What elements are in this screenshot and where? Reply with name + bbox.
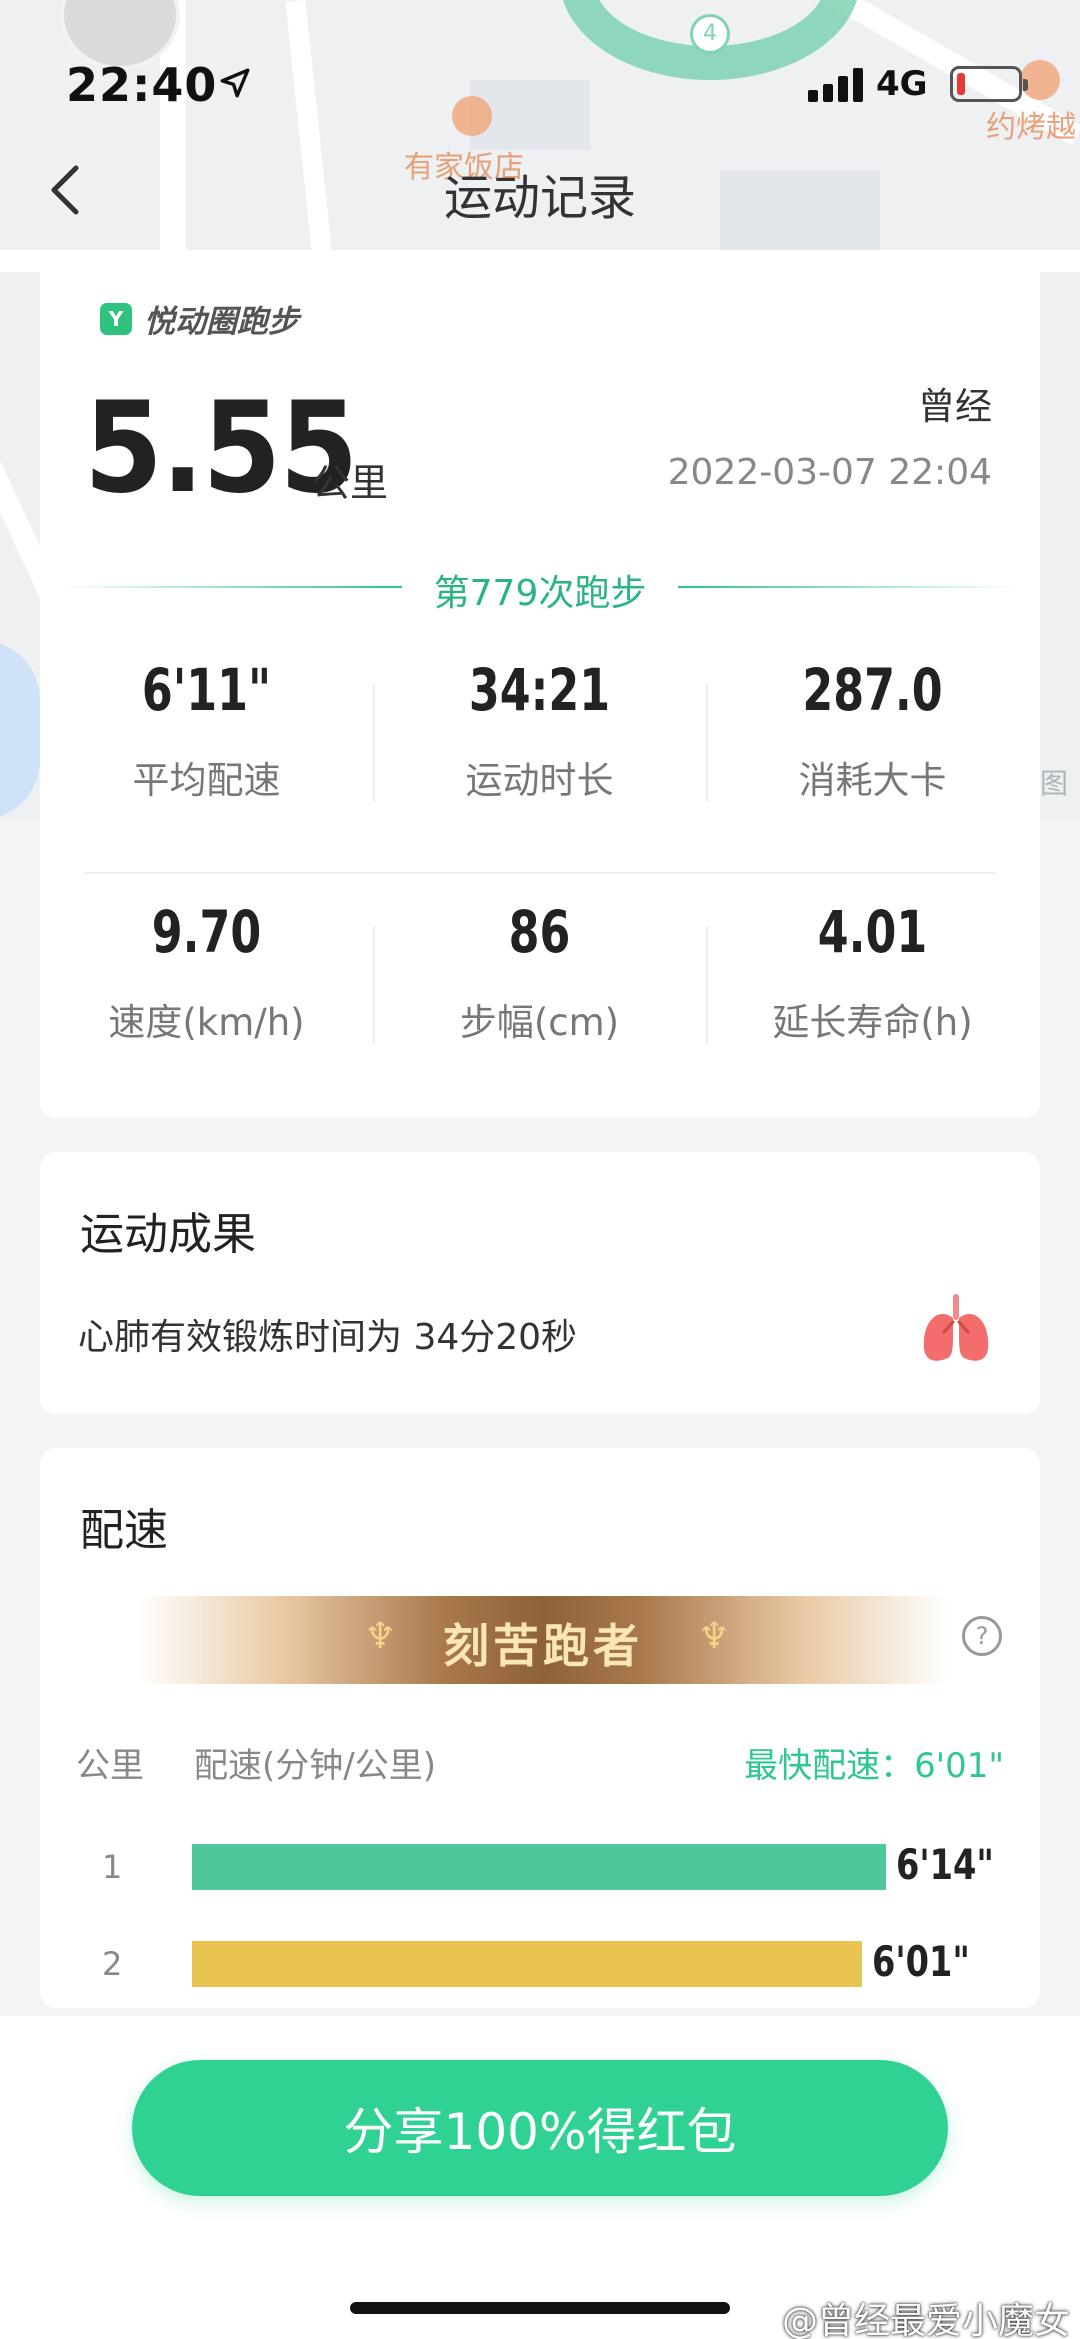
brand-name: 悦动圈跑步 [144,304,299,340]
split-pace: 6'14" [896,1840,994,1889]
username: 曾经 [918,385,992,428]
stat-duration: 34:21 运动时长 [373,656,706,804]
split-row: 1 6'14" [40,1838,1040,1898]
split-km: 1 [102,1848,123,1886]
split-km: 2 [102,1945,123,1983]
share-button[interactable]: 分享100%得红包 [132,2060,948,2196]
stat-label: 步幅(cm) [459,1001,620,1044]
lungs-icon [923,1294,989,1361]
run-count-row: 第779次跑步 [62,556,1018,616]
col-header-pace: 配速(分钟/公里) [194,1746,436,1786]
brand-logo-icon: Y [100,302,132,335]
stat-calories: 287.0 消耗大卡 [706,656,1039,804]
help-icon[interactable]: ? [962,1616,1002,1656]
run-datetime: 2022-03-07 22:04 [667,452,992,493]
stat-value: 86 [508,898,571,966]
stat-life-extended: 4.01 延长寿命(h) [706,898,1039,1046]
page-title: 运动记录 [443,170,636,226]
stat-value: 4.01 [817,898,928,966]
stat-value: 34:21 [468,656,611,724]
stat-label: 平均配速 [132,759,281,802]
split-row: 2 6'01" [40,1935,1040,1995]
stat-stride: 86 步幅(cm) [373,898,706,1046]
split-pace: 6'01" [872,1937,970,1986]
network-type: 4G [876,64,928,104]
stat-label: 运动时长 [465,759,614,802]
cardio-time-text: 心肺有效锻炼时间为 34分20秒 [78,1317,578,1358]
col-header-km: 公里 [76,1746,144,1786]
status-bar: 22:40 4G [0,0,1080,130]
stat-label: 延长寿命(h) [772,1001,973,1044]
stat-value: 9.70 [151,898,262,966]
pace-title: 配速 [80,1505,168,1556]
map-corner-label: 图 [1040,767,1069,800]
fastest-pace: 最快配速：6'01" [744,1746,1004,1786]
stat-label: 速度(km/h) [108,1001,305,1044]
signal-icon [808,68,866,102]
split-bar [192,1844,886,1890]
split-bar [192,1941,862,1987]
battery-icon [950,66,1028,102]
home-indicator [350,2302,730,2314]
brand: Y 悦动圈跑步 [100,296,299,341]
exercise-result-card: 运动成果 心肺有效锻炼时间为 34分20秒 [40,1152,1040,1414]
wheat-icon: ♆ [698,1616,731,1657]
stat-label: 消耗大卡 [798,759,947,802]
stat-value: 6'11" [141,656,272,724]
distance-unit: 公里 [312,461,389,505]
pace-badge: ♆ 刻苦跑者 ♆ [138,1596,948,1684]
stat-speed: 9.70 速度(km/h) [40,898,373,1046]
badge-text: 刻苦跑者 [443,1619,643,1673]
result-title: 运动成果 [80,1209,256,1260]
pace-card: 配速 ♆ 刻苦跑者 ♆ ? 公里 配速(分钟/公里) 最快配速：6'01" 1 6… [40,1448,1040,2008]
status-time: 22:40 [66,58,218,112]
run-count: 第779次跑步 [433,573,647,614]
watermark: @曾经最爱小魔女 [781,2301,1070,2339]
run-summary-card: Y 悦动圈跑步 5.55 公里 曾经 2022-03-07 22:04 第779… [40,256,1040,1118]
location-arrow-icon [220,68,250,98]
stat-value: 287.0 [802,656,943,724]
stat-avg-pace: 6'11" 平均配速 [40,656,373,804]
